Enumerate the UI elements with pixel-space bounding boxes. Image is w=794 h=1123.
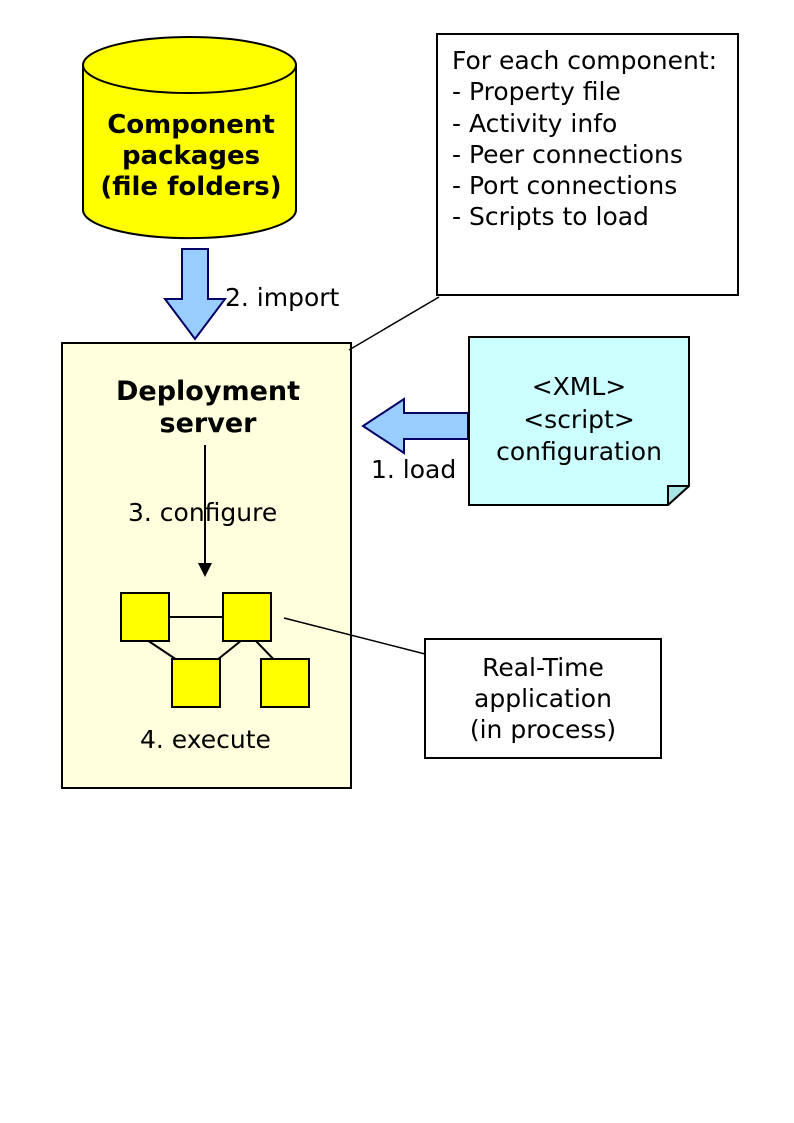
component-packages-line3: (file folders) [100, 172, 281, 202]
graph-node-1 [120, 592, 170, 642]
xml-note-line2: <script> [523, 405, 635, 434]
realtime-box: Real-Time application (in process) [424, 638, 662, 759]
xml-note: <XML> <script> configuration [468, 336, 690, 506]
foreach-item-4: - Scripts to load [452, 201, 723, 232]
component-packages-line1: Component [107, 110, 275, 140]
arrow-load [358, 396, 473, 460]
foreach-box: For each component: - Property file - Ac… [436, 33, 739, 296]
xml-note-line1: <XML> [532, 372, 627, 401]
realtime-line1: Real-Time [482, 653, 604, 682]
xml-note-line3: configuration [496, 437, 662, 466]
component-packages-line2: packages [122, 141, 260, 171]
connector-foreach [345, 295, 445, 359]
component-packages-label: Component packages (file folders) [88, 110, 294, 204]
realtime-line2: application [474, 684, 612, 713]
label-execute: 4. execute [140, 725, 271, 754]
arrow-import [160, 244, 230, 348]
realtime-line3: (in process) [470, 715, 616, 744]
label-load: 1. load [371, 455, 456, 484]
deployment-server-label: Deployment server [73, 376, 343, 441]
foreach-item-3: - Port connections [452, 170, 723, 201]
foreach-title-text: For each component: [452, 46, 717, 75]
label-import: 2. import [225, 283, 339, 312]
foreach-item-2: - Peer connections [452, 139, 723, 170]
foreach-title: For each component: [452, 45, 723, 76]
graph-node-2 [222, 592, 272, 642]
label-configure: 3. configure [128, 498, 277, 527]
xml-note-text: <XML> <script> configuration [468, 371, 690, 469]
connector-realtime [280, 614, 430, 668]
graph-node-3 [171, 658, 221, 708]
foreach-item-0: - Property file [452, 76, 723, 107]
foreach-item-1: - Activity info [452, 108, 723, 139]
deployment-server-line1: Deployment [116, 376, 300, 407]
deployment-server-line2: server [160, 408, 257, 439]
